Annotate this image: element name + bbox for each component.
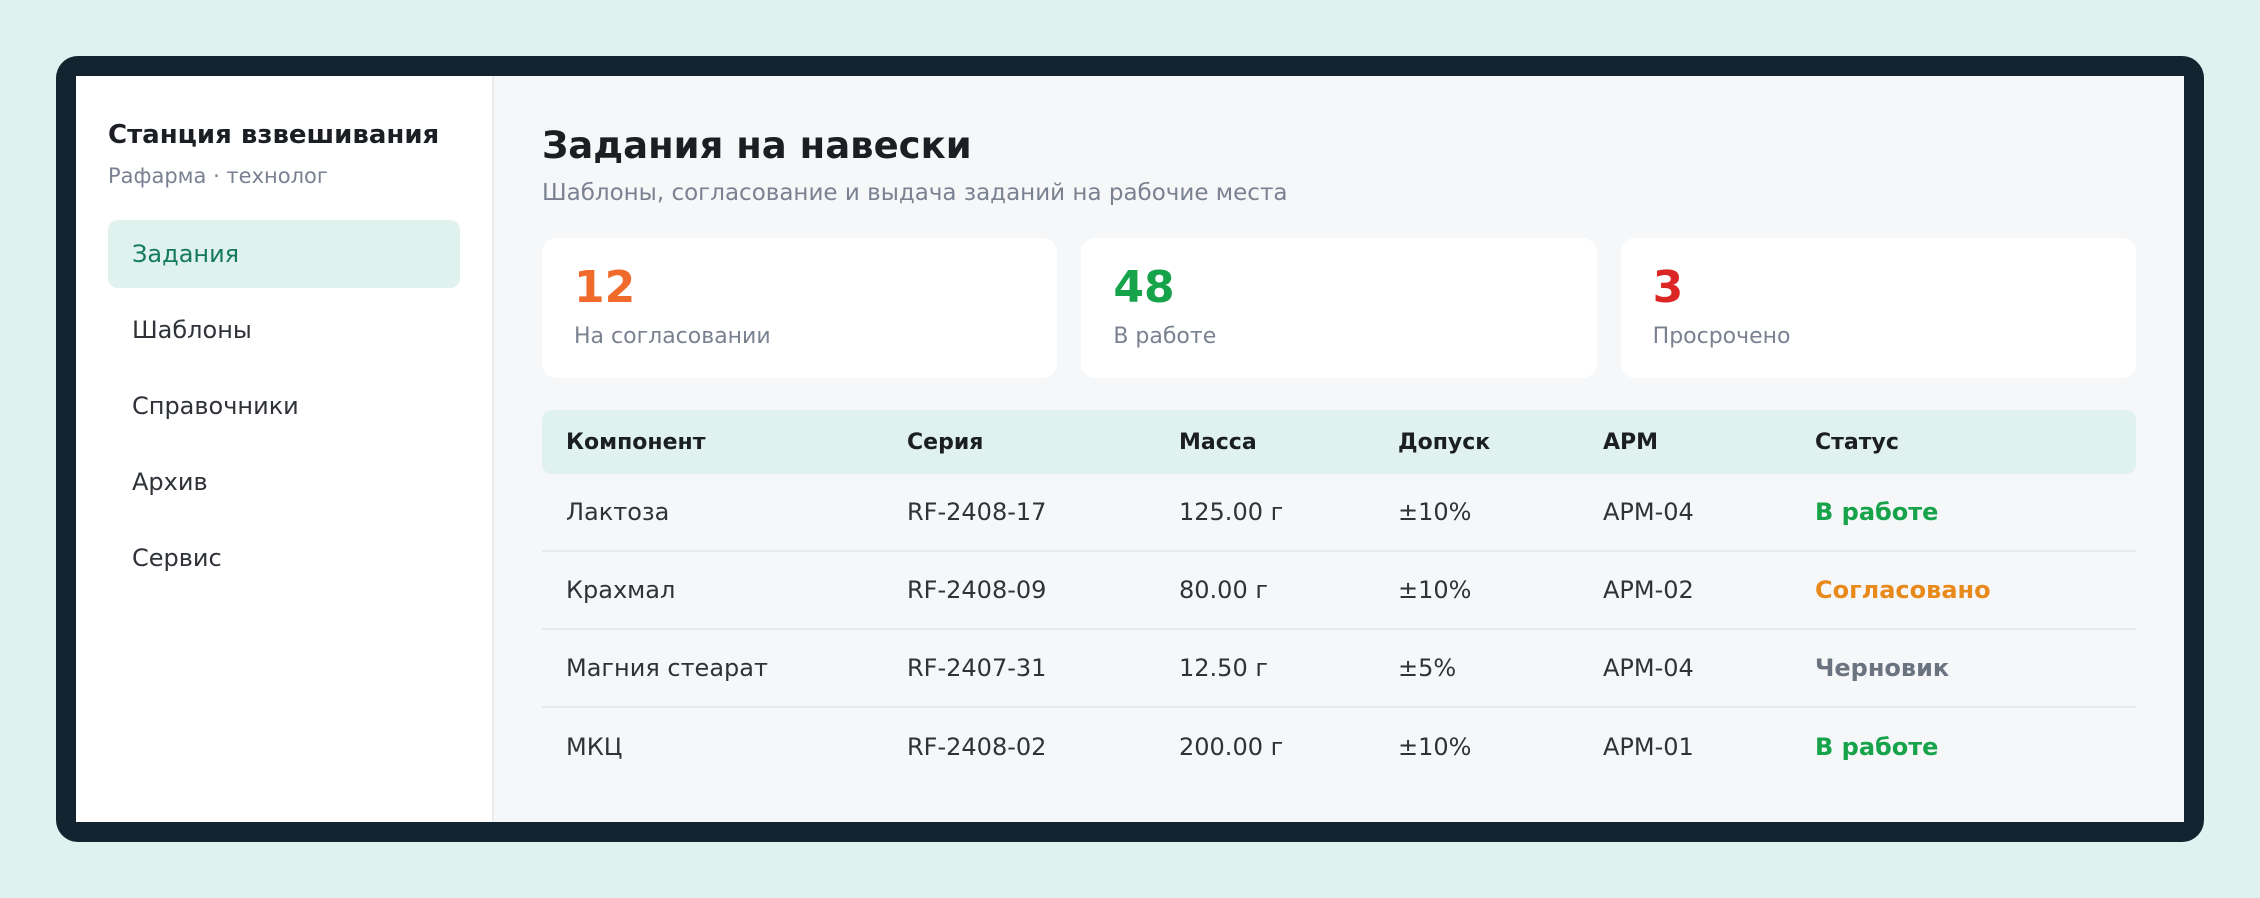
sidebar-nav: Задания Шаблоны Справочники Архив Сервис <box>108 220 460 592</box>
table-row[interactable]: Лактоза RF-2408-17 125.00 г ±10% АРМ-04 … <box>542 474 2136 552</box>
cell-mass: 12.50 г <box>1179 654 1268 682</box>
stat-label-in-progress: В работе <box>1113 324 1217 349</box>
stat-value-in-progress: 48 <box>1113 262 1175 313</box>
app-window: Станция взвешивания Рафарма · технолог З… <box>76 76 2184 822</box>
column-header-component[interactable]: Компонент <box>542 430 907 455</box>
column-header-series[interactable]: Серия <box>907 430 1179 455</box>
cell-status: Черновик <box>1815 654 1950 682</box>
app-frame: Станция взвешивания Рафарма · технолог З… <box>56 56 2204 842</box>
table-header: Компонент Серия Масса Допуск АРМ Статус <box>542 410 2136 474</box>
sidebar-item-service[interactable]: Сервис <box>108 524 460 592</box>
sidebar-item-references[interactable]: Справочники <box>108 372 460 440</box>
cell-status: В работе <box>1815 733 1939 761</box>
table-row[interactable]: Магния стеарат RF-2407-31 12.50 г ±5% АР… <box>542 630 2136 708</box>
column-header-mass[interactable]: Масса <box>1179 430 1398 455</box>
stat-label-pending: На согласовании <box>574 324 771 349</box>
sidebar-item-archive[interactable]: Архив <box>108 448 460 516</box>
stat-value-pending: 12 <box>574 262 636 313</box>
stat-value-overdue: 3 <box>1652 262 1684 313</box>
tasks-table: Компонент Серия Масса Допуск АРМ Статус … <box>542 410 2136 786</box>
column-header-tolerance[interactable]: Допуск <box>1398 430 1603 455</box>
sidebar-item-tasks[interactable]: Задания <box>108 220 460 288</box>
cell-mass: 200.00 г <box>1179 733 1284 761</box>
cell-status: В работе <box>1815 498 1939 526</box>
stat-card-in-progress[interactable]: 48 В работе <box>1081 238 1597 378</box>
stats-row: 12 На согласовании 48 В работе 3 Просроч… <box>542 238 2136 378</box>
app-title: Станция взвешивания <box>108 120 440 150</box>
table-row[interactable]: Крахмал RF-2408-09 80.00 г ±10% АРМ-02 С… <box>542 552 2136 630</box>
cell-station: АРМ-02 <box>1603 576 1694 604</box>
cell-status: Согласовано <box>1815 576 1991 604</box>
cell-series: RF-2407-31 <box>907 654 1047 682</box>
cell-tolerance: ±10% <box>1398 733 1472 761</box>
cell-tolerance: ±10% <box>1398 576 1472 604</box>
cell-component: Крахмал <box>566 576 676 604</box>
cell-tolerance: ±10% <box>1398 498 1472 526</box>
column-header-station[interactable]: АРМ <box>1603 430 1815 455</box>
page-subtitle: Шаблоны, согласование и выдача заданий н… <box>542 180 1288 206</box>
sidebar-item-templates[interactable]: Шаблоны <box>108 296 460 364</box>
main-content: Задания на навески Шаблоны, согласование… <box>494 76 2184 822</box>
app-subtitle: Рафарма · технолог <box>108 164 328 188</box>
cell-mass: 80.00 г <box>1179 576 1268 604</box>
cell-tolerance: ±5% <box>1398 654 1457 682</box>
table-row[interactable]: МКЦ RF-2408-02 200.00 г ±10% АРМ-01 В ра… <box>542 708 2136 786</box>
cell-mass: 125.00 г <box>1179 498 1284 526</box>
cell-station: АРМ-01 <box>1603 733 1694 761</box>
sidebar: Станция взвешивания Рафарма · технолог З… <box>76 76 494 822</box>
page-title: Задания на навески <box>542 124 972 167</box>
cell-series: RF-2408-02 <box>907 733 1047 761</box>
cell-component: Магния стеарат <box>566 654 768 682</box>
stat-card-pending[interactable]: 12 На согласовании <box>542 238 1058 378</box>
cell-station: АРМ-04 <box>1603 498 1694 526</box>
cell-series: RF-2408-09 <box>907 576 1047 604</box>
cell-component: МКЦ <box>566 733 623 761</box>
column-header-status[interactable]: Статус <box>1815 430 2136 455</box>
cell-series: RF-2408-17 <box>907 498 1047 526</box>
stat-label-overdue: Просрочено <box>1652 324 1791 349</box>
cell-component: Лактоза <box>566 498 670 526</box>
stat-card-overdue[interactable]: 3 Просрочено <box>1620 238 2136 378</box>
cell-station: АРМ-04 <box>1603 654 1694 682</box>
